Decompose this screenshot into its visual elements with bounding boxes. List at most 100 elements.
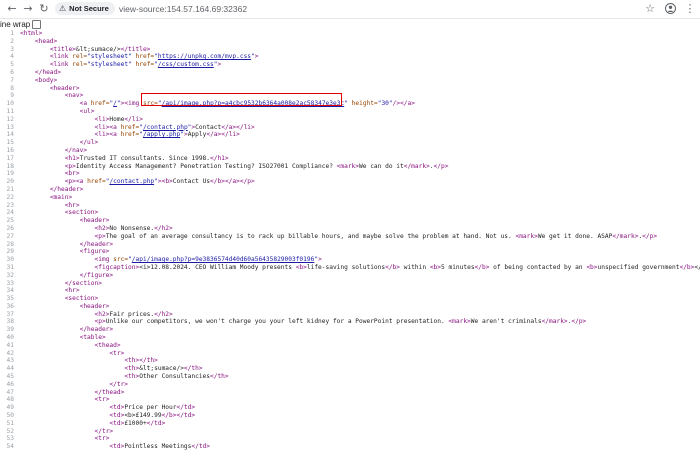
menu-icon[interactable]: ⋮ xyxy=(682,1,698,17)
line-code: </figure> xyxy=(20,271,114,280)
line-wrap-checkbox[interactable] xyxy=(32,19,42,29)
line-number: 1 xyxy=(10,30,14,37)
source-link[interactable]: /css/custom.css xyxy=(158,61,214,68)
code-token: <hr> xyxy=(64,287,80,295)
code-token: &lt;sumace/> xyxy=(139,365,184,373)
line-number: 7 xyxy=(10,76,14,84)
code-token: <title> xyxy=(49,45,76,53)
line-code: <li><a href="/contact.php">Contact</a></… xyxy=(20,124,255,132)
source-line: 12 <li>Home</li> xyxy=(0,116,700,124)
star-icon[interactable]: ☆ xyxy=(642,1,658,17)
line-number: 32 xyxy=(6,271,14,279)
line-number: 6 xyxy=(10,68,14,76)
code-token: rel= xyxy=(72,61,88,69)
line-number: 22 xyxy=(6,193,14,201)
code-token: <h2> xyxy=(94,224,110,232)
code-token: <header> xyxy=(49,84,80,92)
forward-arrow-icon[interactable]: → xyxy=(20,1,36,17)
code-token: > xyxy=(254,53,259,61)
line-code: <table> xyxy=(20,334,106,342)
reload-icon[interactable]: ↻ xyxy=(36,1,52,17)
source-line: 20 <p><a href="/contact.php"><b>Contact … xyxy=(0,178,700,186)
source-line: 48 <tr> xyxy=(0,396,700,404)
source-line: 50 <td><b>£149.99</b></td> xyxy=(0,412,700,420)
code-token: </figure> xyxy=(79,271,114,279)
source-line: 34 <hr> xyxy=(0,287,700,295)
line-code: </header> xyxy=(20,241,114,249)
code-token: <a xyxy=(79,100,91,108)
code-token: </p> xyxy=(571,318,587,326)
line-code: <tr> xyxy=(20,350,124,358)
line-number: 36 xyxy=(6,302,14,310)
red-highlight-box xyxy=(141,93,342,106)
source-line: 36 <header> xyxy=(0,303,700,311)
source-line: 51 <td>£1000+</td> xyxy=(0,420,700,428)
code-token: > xyxy=(318,256,322,264)
line-number: 12 xyxy=(6,115,14,123)
code-token: <li> xyxy=(94,115,110,123)
security-indicator[interactable]: ⚠ Not Secure xyxy=(55,2,115,15)
source-line: 3 <title>&lt;sumace/></title> xyxy=(0,46,700,54)
code-token: unspecified government xyxy=(597,263,680,271)
source-line: 38 <p>Unlike our competitors, we won't c… xyxy=(0,318,700,326)
line-code: <th>&lt;sumace/></th> xyxy=(20,365,202,373)
line-number: 47 xyxy=(6,388,14,396)
line-code: <ul> xyxy=(20,108,95,116)
source-line: 16 </nav> xyxy=(0,147,700,155)
code-token: <b>£149.99 xyxy=(124,412,162,420)
line-code: <head> xyxy=(20,38,57,46)
source-line: 13 <li><a href="/contact.php">Contact</a… xyxy=(0,124,700,132)
line-code: <img src="/api/image.php?p=9e3836574d40d… xyxy=(20,256,322,264)
back-arrow-icon[interactable]: ← xyxy=(4,1,20,17)
code-token: <figure> xyxy=(79,248,110,256)
source-line: 46 </tr> xyxy=(0,381,700,389)
source-line: 11 <ul> xyxy=(0,108,700,116)
code-token: <p> xyxy=(64,162,76,170)
source-line: 52 </tr> xyxy=(0,428,700,436)
source-link[interactable]: /api/image.php?p=9e3836574d40d60a5643582… xyxy=(132,256,315,263)
code-token: We can do it xyxy=(359,162,404,170)
line-code: <td>Pointless Meetings</td> xyxy=(20,443,210,451)
line-number: 20 xyxy=(6,178,14,186)
line-code: <thead> xyxy=(20,342,121,350)
code-token: We get it done. ASAP xyxy=(537,232,613,240)
code-token: <br> xyxy=(64,170,80,178)
code-token: href= xyxy=(120,131,140,139)
code-token: "30" xyxy=(377,100,393,108)
line-code: </tr> xyxy=(20,428,114,436)
code-token: 5 minutes xyxy=(441,263,475,271)
code-token: </b></td> xyxy=(161,412,196,420)
source-line: 35 <section> xyxy=(0,295,700,303)
code-token: </title> xyxy=(120,45,151,53)
code-token: <p><a xyxy=(64,178,88,186)
code-token: </td> xyxy=(176,404,196,412)
source-link[interactable]: /contact.php xyxy=(109,178,154,185)
line-code: </head> xyxy=(20,69,61,77)
line-number: 25 xyxy=(6,217,14,225)
line-code: <hr> xyxy=(20,287,80,295)
source-link[interactable]: https://unpkg.com/mvp.css xyxy=(158,53,251,60)
code-token: <nav> xyxy=(64,92,84,100)
line-number: 30 xyxy=(6,256,14,264)
code-token: <td> xyxy=(109,404,125,412)
line-number: 33 xyxy=(6,279,14,287)
address-bar[interactable]: view-source:154.57.164.69:32362 xyxy=(119,3,247,15)
source-line: 6 </head> xyxy=(0,69,700,77)
code-token: We aren't criminals xyxy=(470,318,542,326)
code-token: <li><a xyxy=(94,131,121,139)
source-link[interactable]: /apply.php xyxy=(143,131,180,138)
code-token: height= xyxy=(351,100,378,108)
code-token: <td> xyxy=(109,412,125,420)
code-token: <link xyxy=(49,53,73,61)
line-code: </header> xyxy=(20,186,84,194)
code-token: </header> xyxy=(79,326,114,334)
line-number: 5 xyxy=(10,61,14,69)
line-number: 23 xyxy=(6,201,14,209)
line-number: 52 xyxy=(6,427,14,435)
code-token: </tr> xyxy=(109,380,129,388)
line-number: 29 xyxy=(6,248,14,256)
source-line: 30 <img src="/api/image.php?p=9e3836574d… xyxy=(0,256,700,264)
source-link[interactable]: /contact.php xyxy=(143,124,188,131)
profile-icon[interactable] xyxy=(662,1,678,17)
code-token: <hr> xyxy=(64,201,80,209)
